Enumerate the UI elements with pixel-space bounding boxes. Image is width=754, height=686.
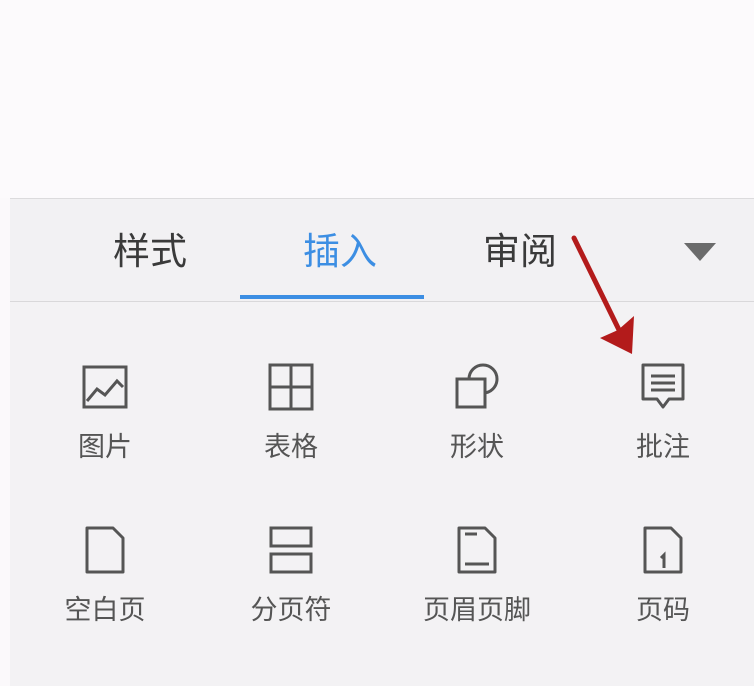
blank-page-icon [85,526,125,574]
tab-review[interactable]: 审阅 [465,227,575,277]
header-footer-icon [457,526,497,574]
tool-label: 空白页 [64,595,146,626]
picture-icon [82,365,128,409]
page-break-icon [269,526,313,574]
tool-label: 表格 [264,432,318,463]
tab-overflow-dropdown[interactable] [680,239,720,265]
document-area[interactable] [0,0,754,198]
insert-blank-page-button[interactable]: 空白页 [30,524,180,644]
insert-picture-button[interactable]: 图片 [30,361,180,481]
ribbon-tab-bar: 样式 插入 审阅 [10,199,754,302]
page-number-icon [643,526,683,574]
insert-comment-button[interactable]: 批注 [588,361,738,481]
tab-style[interactable]: 样式 [100,227,200,277]
triangle-down-icon [684,243,716,261]
insert-header-footer-button[interactable]: 页眉页脚 [402,524,552,644]
shape-icon [455,363,499,409]
table-icon [268,363,314,411]
tool-label: 分页符 [250,595,332,626]
insert-page-number-button[interactable]: 页码 [588,524,738,644]
tool-label: 批注 [636,432,690,463]
tool-label: 图片 [78,432,132,463]
tool-label: 页码 [636,595,690,626]
tool-label: 页眉页脚 [423,595,531,626]
insert-shape-button[interactable]: 形状 [402,361,552,481]
insert-panel: 样式 插入 审阅 图片 表格 形状 批注 空白页 分页符 页眉页脚 页码 [10,198,754,686]
tool-label: 形状 [450,432,504,463]
insert-table-button[interactable]: 表格 [216,361,366,481]
insert-page-break-button[interactable]: 分页符 [216,524,366,644]
active-tab-indicator [240,295,424,299]
comment-icon [641,363,685,409]
tab-insert[interactable]: 插入 [280,227,400,277]
